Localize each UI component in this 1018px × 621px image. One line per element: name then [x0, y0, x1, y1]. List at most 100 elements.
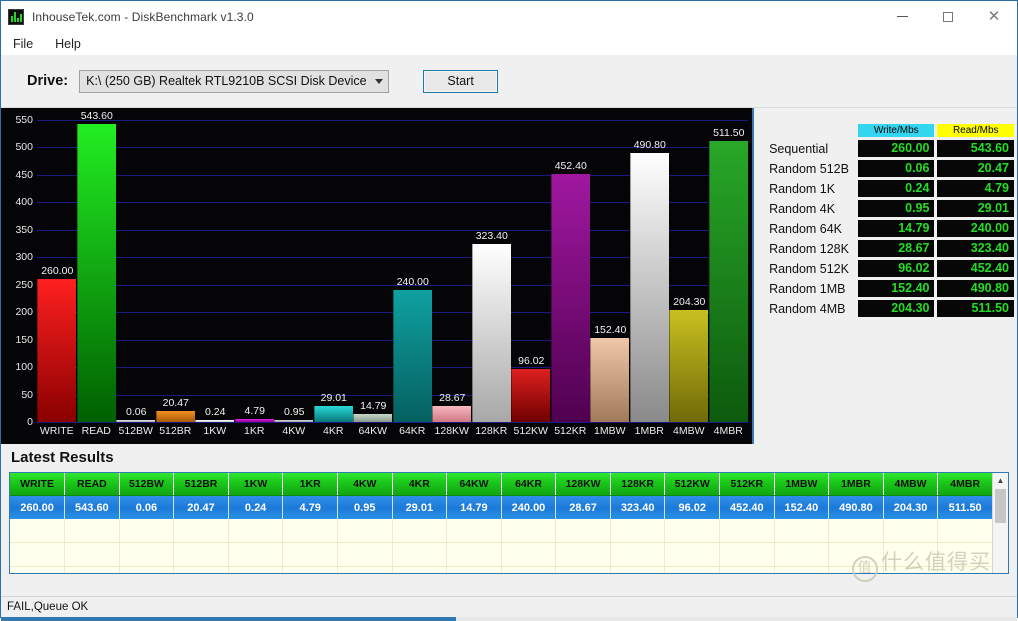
table-column-header[interactable]: 1KW: [228, 473, 284, 496]
results-row: Random 64K 14.79 240.00: [769, 220, 1014, 237]
maximize-button[interactable]: [925, 1, 971, 32]
table-cell-empty: [392, 519, 448, 543]
table-cell-empty: [664, 542, 721, 567]
table-column-header[interactable]: 128KR: [610, 473, 666, 496]
y-axis-tick-label: 200: [15, 306, 33, 319]
results-read-value: 29.01: [937, 200, 1014, 217]
table-cell: 0.24: [228, 495, 284, 519]
table-cell-empty: [719, 519, 775, 543]
table-cell-empty: [555, 519, 611, 543]
table-column-header[interactable]: 512BR: [173, 473, 229, 496]
results-row-label: Random 1MB: [769, 281, 846, 296]
toolbar: Drive: K:\ (250 GB) Realtek RTL9210B SCS…: [1, 55, 1017, 108]
table-column-header[interactable]: 128KW: [555, 473, 611, 496]
results-header-row: Write/Mbs Read/Mbs: [769, 124, 1014, 137]
table-column-header[interactable]: 1KR: [282, 473, 338, 496]
chart-bar: 0.06: [116, 406, 156, 422]
table-cell-empty: [337, 566, 393, 573]
chart-bar-cell: 28.67: [432, 120, 472, 422]
chart-bar-value-label: 511.50: [713, 127, 745, 140]
table-cell-empty: [610, 519, 666, 543]
start-button[interactable]: Start: [423, 69, 499, 93]
table-column-header[interactable]: 512KW: [664, 473, 721, 496]
results-header-spacer: [769, 124, 855, 137]
table-column-header[interactable]: 4KR: [392, 473, 448, 496]
results-read-value: 543.60: [937, 140, 1014, 157]
chart-bar-cell: 490.80: [629, 120, 670, 422]
table-column-header[interactable]: 1MBW: [774, 473, 830, 496]
table-column-header[interactable]: 64KR: [501, 473, 557, 496]
drive-select-value: K:\ (250 GB) Realtek RTL9210B SCSI Disk …: [86, 74, 367, 88]
table-column-header[interactable]: 64KW: [446, 473, 502, 496]
results-panel: Write/Mbs Read/Mbs Sequential 260.00 543.60 R…: [754, 108, 1017, 444]
scroll-up-button[interactable]: ▲: [993, 473, 1008, 488]
table-cell-empty: [555, 566, 611, 573]
results-write-value: 204.30: [857, 300, 935, 317]
table-column-header[interactable]: WRITE: [10, 473, 66, 496]
x-axis-tick-label: 128KW: [434, 425, 469, 437]
table-column-header[interactable]: 4MBW: [883, 473, 939, 496]
results-write-value: 260.00: [857, 140, 935, 157]
table-cell: 452.40: [719, 495, 775, 519]
results-row: Sequential 260.00 543.60: [769, 140, 1014, 157]
table-column-header[interactable]: 4KW: [337, 473, 393, 496]
table-row-empty[interactable]: [10, 566, 992, 573]
table-cell-empty: [883, 542, 939, 567]
table-cell-empty: [337, 519, 393, 543]
vertical-scrollbar[interactable]: ▲: [992, 473, 1008, 573]
middle-section: 0 50 100 150 200 250 300 350 400 450 500 550 260.00…: [1, 108, 1017, 444]
results-write-value: 152.40: [857, 280, 935, 297]
table-column-header[interactable]: 512BW: [119, 473, 175, 496]
chart-bar-cell: 204.30: [669, 120, 709, 422]
y-axis-tick-label: 500: [15, 141, 33, 154]
table-column-header[interactable]: 512KR: [719, 473, 775, 496]
latest-results-title: Latest Results: [11, 449, 114, 466]
chart-x-axis-labels: WRITE READ 512BW 512BR 1KW 1KR 4KW 4KR 64KW 64KR 1…: [37, 425, 748, 441]
table-cell-empty: [883, 566, 939, 573]
table-cell-empty: [828, 566, 884, 573]
menu-item-help[interactable]: Help: [52, 35, 84, 53]
status-bar: FAIL,Queue OK: [1, 596, 1017, 621]
table-cell-empty: [501, 566, 557, 573]
table-column-header[interactable]: READ: [64, 473, 120, 496]
table-row-empty[interactable]: [10, 542, 992, 567]
table-cell-empty: [937, 519, 992, 543]
chart-bar-cell: 14.79: [353, 120, 393, 422]
table-cell-empty: [664, 519, 721, 543]
y-axis-tick-label: 250: [15, 278, 33, 291]
results-row: Random 4MB 204.30 511.50: [769, 300, 1014, 317]
table-cell-empty: [173, 542, 229, 567]
chart-bar-cell: 96.02: [511, 120, 551, 422]
x-axis-tick-label: 1KR: [244, 425, 265, 437]
grid-scroll-area: WRITE READ 512BW 512BR 1KW 1KR 4KW 4KR 64KW 64KR 1…: [10, 473, 992, 573]
results-data-table: WRITE READ 512BW 512BR 1KW 1KR 4KW 4KR 64KW 64KR 1…: [10, 473, 992, 573]
results-write-value: 28.67: [857, 240, 935, 257]
table-cell-empty: [282, 519, 338, 543]
table-cell-empty: [664, 566, 721, 573]
chart-bar-cell: 452.40: [550, 120, 591, 422]
minimize-button[interactable]: [879, 1, 925, 32]
table-cell-empty: [282, 566, 338, 573]
close-button[interactable]: ✕: [971, 1, 1017, 32]
menu-item-file[interactable]: File: [10, 35, 36, 53]
table-cell-empty: [64, 519, 120, 543]
disk-benchmark-window: InhouseTek.com - DiskBenchmark v1.3.0 ✕ …: [0, 0, 1018, 621]
table-cell-empty: [555, 542, 611, 567]
table-cell-empty: [446, 542, 502, 567]
drive-select[interactable]: K:\ (250 GB) Realtek RTL9210B SCSI Disk …: [79, 69, 390, 93]
chart-bar-cell: 543.60: [76, 110, 117, 422]
table-row[interactable]: 260.00 543.60 0.06 20.47 0.24 4.79 0.95 29.01 14…: [10, 495, 992, 519]
table-row-empty[interactable]: [10, 519, 992, 543]
table-column-header[interactable]: 1MBR: [828, 473, 884, 496]
x-axis-tick-label: WRITE: [39, 425, 74, 437]
table-cell: 4.79: [282, 495, 338, 519]
table-cell: 29.01: [392, 495, 448, 519]
results-row: Random 1MB 152.40 490.80: [769, 280, 1014, 297]
table-cell-empty: [719, 566, 775, 573]
y-axis-tick-label: 50: [21, 388, 33, 401]
table-cell-empty: [828, 519, 884, 543]
scrollbar-thumb[interactable]: [995, 489, 1006, 523]
table-column-header[interactable]: 4MBR: [937, 473, 992, 496]
chart-bar-value-label: 28.67: [439, 392, 466, 405]
table-cell-empty: [828, 542, 884, 567]
